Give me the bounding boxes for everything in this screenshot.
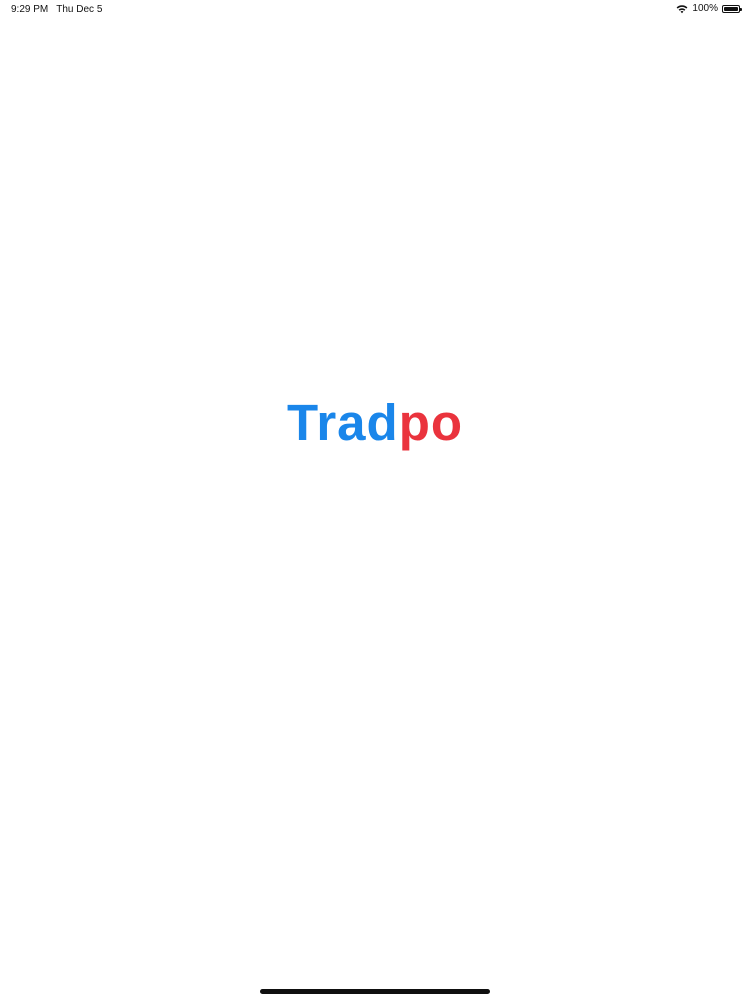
battery-cap: [740, 7, 742, 11]
wifi-icon: [677, 4, 688, 13]
logo-text-blue: Trad: [286, 394, 399, 451]
status-bar-right: 100%: [676, 3, 742, 14]
logo-text-red: po: [398, 394, 463, 451]
battery-fill: [724, 6, 738, 11]
app-logo: Tradpo: [0, 397, 750, 448]
status-bar-left: 9:29 PM Thu Dec 5: [11, 4, 102, 15]
battery-icon: [722, 4, 742, 13]
splash-screen: 9:29 PM Thu Dec 5 100% Tradpo: [0, 0, 750, 1000]
home-indicator[interactable]: [260, 989, 490, 994]
status-date: Thu Dec 5: [56, 4, 103, 15]
status-time: 9:29 PM: [11, 4, 49, 15]
battery-percentage: 100%: [692, 3, 718, 14]
status-bar: 9:29 PM Thu Dec 5 100%: [0, 0, 750, 20]
